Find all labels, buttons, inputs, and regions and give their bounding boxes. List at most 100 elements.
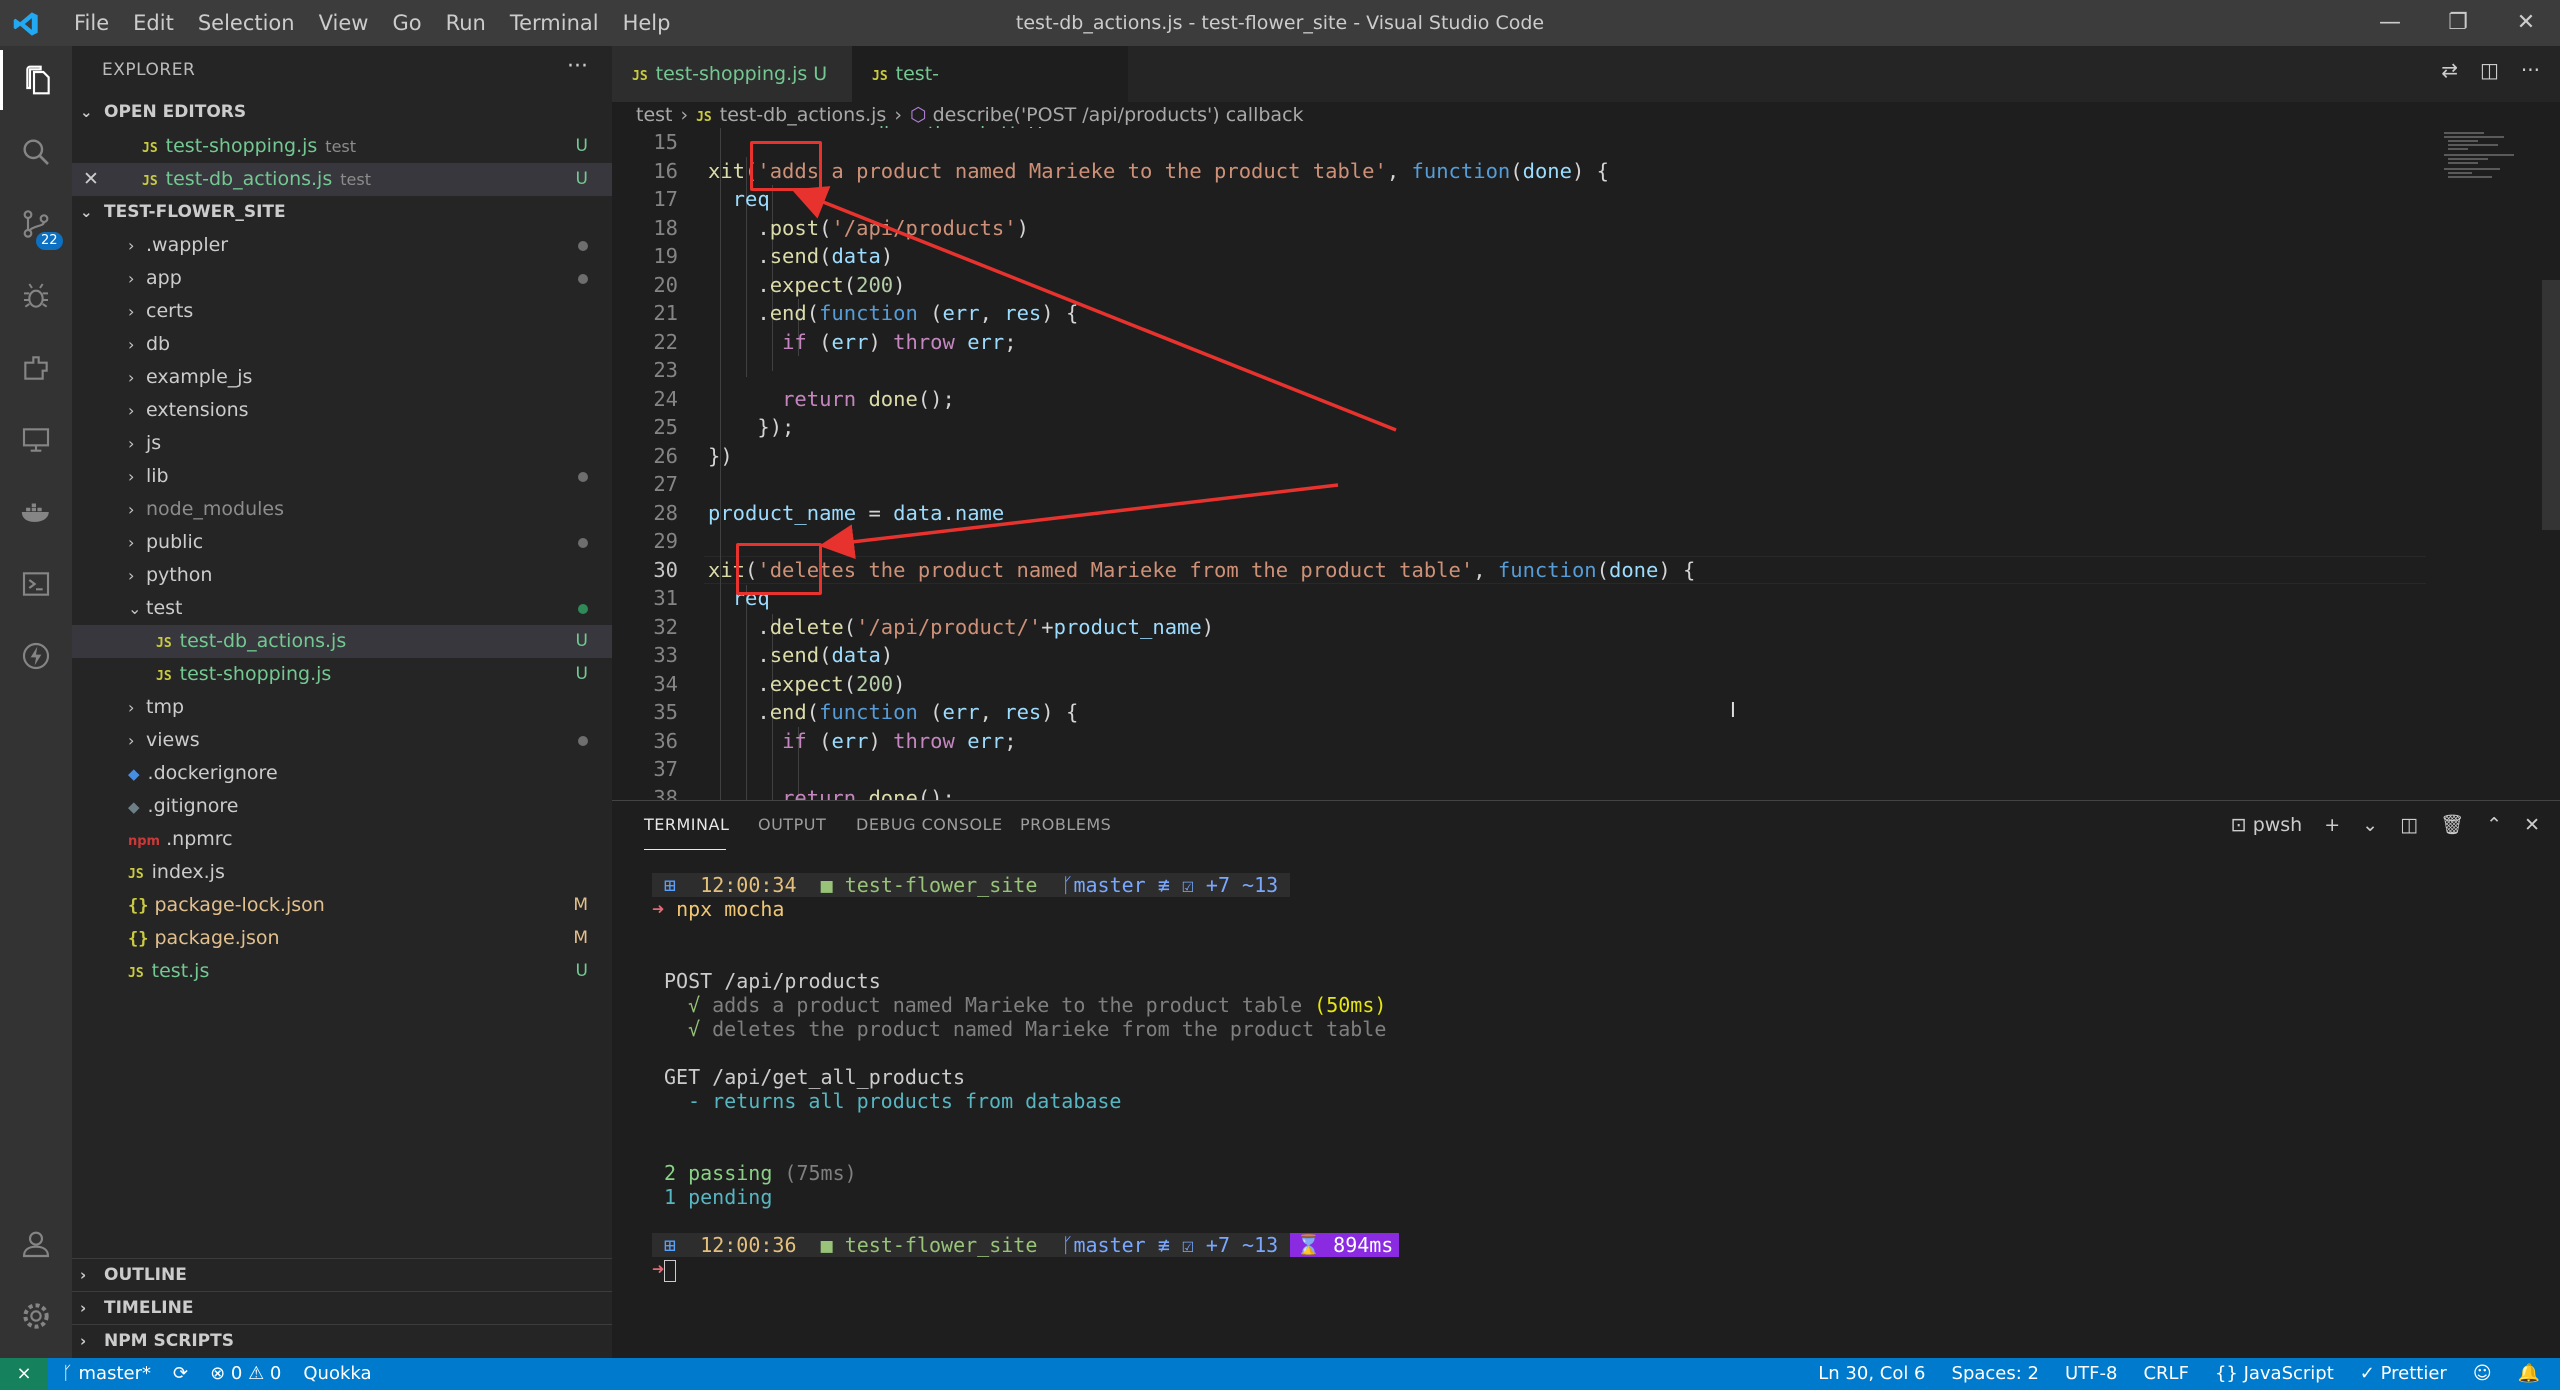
js-file-icon: JS [128,966,144,981]
tree-item[interactable]: › lib [72,460,612,493]
tree-item[interactable]: › tmp [72,691,612,724]
remote-explorer-icon[interactable] [0,410,72,470]
symbol-method-icon: ⬡ [909,104,927,126]
terminal-shell-selector[interactable]: ⊡ pwsh [2231,814,2303,836]
indentation-status[interactable]: Spaces: 2 [1952,1358,2039,1390]
problems-status[interactable]: ⊗ 0 ⚠ 0 [210,1358,281,1390]
feedback-icon[interactable]: ☺ [2473,1358,2492,1390]
chevron-down-icon: ⌄ [80,203,93,221]
close-editor-icon[interactable]: ✕ [72,163,110,196]
cursor-position[interactable]: Ln 30, Col 6 [1818,1358,1925,1390]
restore-button[interactable]: ❐ [2424,0,2492,46]
tree-item[interactable]: JS test-db_actions.js U [72,625,612,658]
remote-indicator-icon[interactable]: ⨯ [0,1358,48,1390]
timeline-header[interactable]: › TIMELINE [72,1291,612,1324]
extensions-icon[interactable] [0,338,72,398]
outline-header[interactable]: › OUTLINE [72,1258,612,1291]
tree-item[interactable]: ◆ .dockerignore [72,757,612,790]
tab-output[interactable]: OUTPUT [758,815,826,834]
open-editors-header[interactable]: ⌄ OPEN EDITORS [72,96,612,128]
trash-icon[interactable]: 🗑 [2440,813,2464,836]
tree-item[interactable]: › python [72,559,612,592]
annotation-arrow [819,483,1339,560]
breadcrumb-file[interactable]: test-db_actions.js [720,104,887,126]
chevron-right-icon: › [128,434,135,453]
chevron-right-icon: › [80,1299,87,1317]
terminal-icon: ⊡ [2230,813,2247,836]
source-control-icon[interactable]: 22 [0,194,72,254]
eol-status[interactable]: CRLF [2143,1358,2188,1390]
open-editor-item-active[interactable]: ✕ JS test-db_actions.js test U [72,163,612,196]
more-actions-icon[interactable]: ··· [567,54,588,79]
sync-icon[interactable]: ⟳ [173,1358,188,1390]
npm-scripts-header[interactable]: › NPM SCRIPTS [72,1324,612,1357]
terminal-output[interactable]: ⊞ 12:00:34 ■ test-flower_site ᚴmaster ≢ … [652,873,1400,1282]
tree-item[interactable]: ⌄ test [72,592,612,625]
debug-icon[interactable] [0,266,72,326]
tab-terminal[interactable]: TERMINAL [644,815,729,834]
tree-item[interactable]: › js [72,427,612,460]
settings-gear-icon[interactable] [0,1286,72,1346]
chevron-right-icon: › [128,368,135,387]
notifications-bell-icon[interactable]: 🔔 [2518,1358,2540,1390]
new-terminal-icon[interactable]: + [2324,814,2340,836]
tree-item[interactable]: › app [72,262,612,295]
command-line: ➜ npx mocha [652,897,785,921]
tree-item[interactable]: › public [72,526,612,559]
input-line[interactable]: ➜ [652,1257,677,1282]
close-window-button[interactable]: ✕ [2492,0,2560,46]
language-mode[interactable]: {} JavaScript [2215,1358,2334,1390]
chevron-down-icon[interactable]: ⌄ [2362,814,2378,836]
open-editor-item[interactable]: JS test-shopping.js test U [72,130,612,163]
docker-icon[interactable] [0,482,72,542]
tree-item[interactable]: JS test-shopping.js U [72,658,612,691]
tree-item[interactable]: › example_js [72,361,612,394]
breadcrumb-folder[interactable]: test [636,104,673,126]
arrow-icon: ➜ [652,897,665,921]
git-branch-status[interactable]: ᚴ master* [62,1358,151,1390]
thunder-icon[interactable] [0,626,72,686]
code-editor[interactable]: 15 16 17 18 19 20 21 22 23 24 25 26 27 28 29 30 31 32 33 34… [612,128,2560,800]
suite-title: POST /api/products [664,969,881,993]
split-editor-icon[interactable]: ◫ [2480,58,2499,82]
prompt-line: ⊞ 12:00:34 ■ test-flower_site ᚴmaster ≢ … [652,873,1291,897]
tree-item[interactable]: ◆ .gitignore [72,790,612,823]
split-terminal-icon[interactable]: ◫ [2400,814,2418,836]
folder-header[interactable]: ⌄ TEST-FLOWER_SITE [72,196,612,228]
chevron-right-icon: › [128,269,135,288]
chevron-right-icon: › [128,566,135,585]
chevron-right-icon: › [680,104,689,126]
prettier-status[interactable]: ✓ Prettier [2360,1358,2447,1390]
open-changes-icon[interactable]: ⇄ [2441,58,2458,82]
tab-test-db-actions[interactable]: JStest-db_actions.jsU✕ [852,46,1128,145]
tree-item[interactable]: npm .npmrc [72,823,612,856]
powershell-icon[interactable] [0,554,72,614]
tree-item[interactable]: JS index.js [72,856,612,889]
tree-item[interactable]: {} package-lock.json M [72,889,612,922]
quokka-status[interactable]: Quokka [303,1358,371,1390]
account-icon[interactable] [0,1214,72,1274]
breadcrumb-symbol[interactable]: describe('POST /api/products') callback [933,104,1304,126]
window-controls: — ❐ ✕ [2356,0,2560,46]
close-panel-icon[interactable]: ✕ [2524,814,2540,836]
tree-item[interactable]: JS test.js U [72,955,612,988]
minimize-button[interactable]: — [2356,0,2424,46]
tree-item[interactable]: › views [72,724,612,757]
tree-item[interactable]: › extensions [72,394,612,427]
chevron-right-icon: › [128,467,135,486]
tree-item[interactable]: › certs [72,295,612,328]
tree-item[interactable]: › .wappler [72,229,612,262]
encoding-status[interactable]: UTF-8 [2065,1358,2117,1390]
chevron-right-icon: › [894,104,902,126]
tab-test-shopping[interactable]: JS test-shopping.js U [612,46,852,102]
tab-debug-console[interactable]: DEBUG CONSOLE [856,815,1003,834]
breadcrumb: test › JS test-db_actions.js › ⬡ describe('PO… [612,102,2560,128]
explorer-icon[interactable] [0,50,72,110]
tab-problems[interactable]: PROBLEMS [1020,815,1111,834]
more-actions-icon[interactable]: ··· [2521,58,2540,82]
maximize-panel-icon[interactable]: ⌃ [2486,814,2502,836]
tree-item[interactable]: › node_modules [72,493,612,526]
tree-item[interactable]: {} package.json M [72,922,612,955]
search-icon[interactable] [0,122,72,182]
tree-item[interactable]: › db [72,328,612,361]
